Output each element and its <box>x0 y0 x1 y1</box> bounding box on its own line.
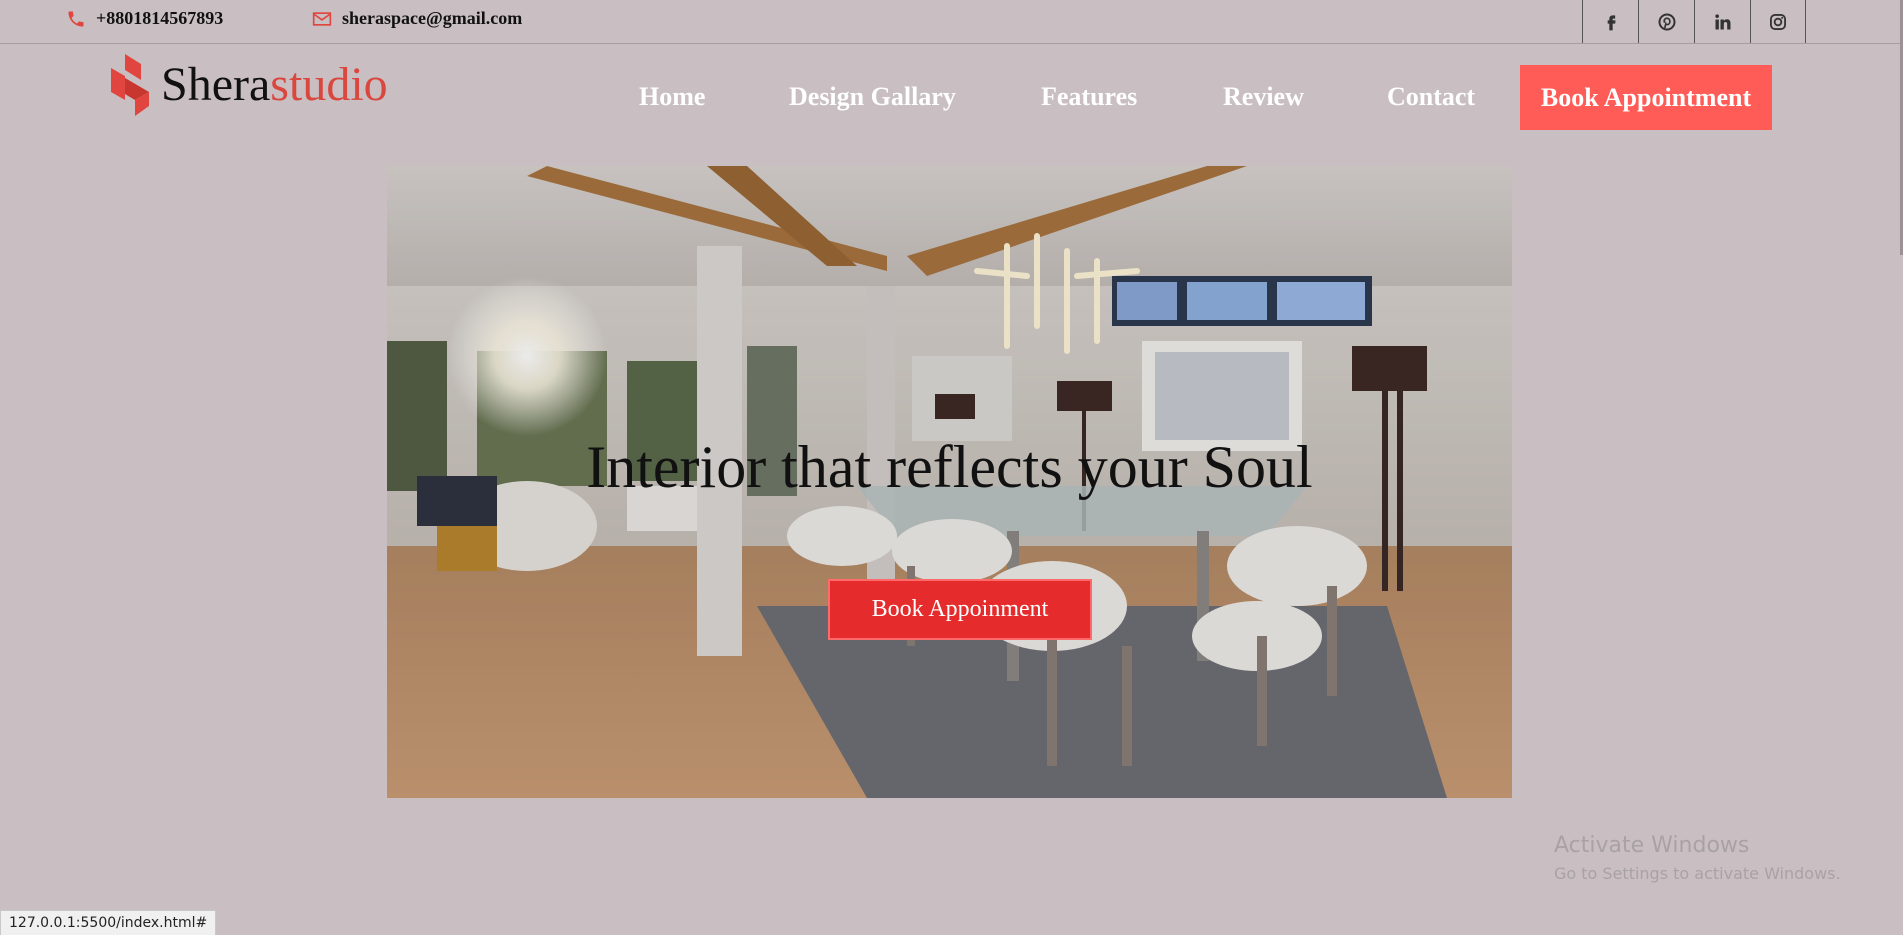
brand-name: Sherastudio <box>161 61 388 109</box>
social-links <box>1582 0 1806 44</box>
browser-status-bar: 127.0.0.1:5500/index.html# <box>0 910 217 935</box>
hero-title: Interior that reflects your Soul <box>586 434 1313 500</box>
book-appoinment-button[interactable]: Book Appoinment <box>828 579 1092 640</box>
book-appointment-button[interactable]: Book Appointment <box>1520 65 1772 130</box>
email-contact[interactable]: sheraspace@gmail.com <box>312 8 522 29</box>
brand-name-accent: studio <box>270 58 388 111</box>
nav-item-review[interactable]: Review <box>1223 65 1304 110</box>
nav-item-design-gallary[interactable]: Design Gallary <box>789 65 956 110</box>
top-info-bar: +8801814567893 sheraspace@gmail.com <box>0 0 1903 44</box>
nav-item-home[interactable]: Home <box>639 65 705 110</box>
windows-activation-watermark: Activate Windows Go to Settings to activ… <box>1554 833 1841 883</box>
watermark-line2: Go to Settings to activate Windows. <box>1554 864 1841 883</box>
email-address: sheraspace@gmail.com <box>342 8 523 28</box>
linkedin-link[interactable] <box>1694 0 1750 43</box>
facebook-link[interactable] <box>1582 0 1638 43</box>
hero-banner: Interior that reflects your Soul Book Ap… <box>387 166 1512 798</box>
nav-item-features[interactable]: Features <box>1041 65 1137 110</box>
brand-name-primary: Shera <box>161 58 271 111</box>
linkedin-icon <box>1714 13 1730 29</box>
instagram-link[interactable] <box>1750 0 1806 43</box>
pinterest-icon <box>1658 13 1675 30</box>
phone-contact[interactable]: +8801814567893 <box>66 8 223 29</box>
instagram-icon <box>1770 13 1786 30</box>
nav-item-contact[interactable]: Contact <box>1387 65 1475 110</box>
facebook-icon <box>1607 14 1616 30</box>
envelope-icon <box>312 9 332 29</box>
status-url: 127.0.0.1:5500/index.html# <box>9 915 208 931</box>
phone-number: +8801814567893 <box>96 8 224 28</box>
logo-mark-icon <box>111 54 149 116</box>
brand-logo[interactable]: Sherastudio <box>111 54 388 116</box>
pinterest-link[interactable] <box>1638 0 1694 43</box>
watermark-line1: Activate Windows <box>1554 833 1750 858</box>
phone-icon <box>66 9 86 29</box>
